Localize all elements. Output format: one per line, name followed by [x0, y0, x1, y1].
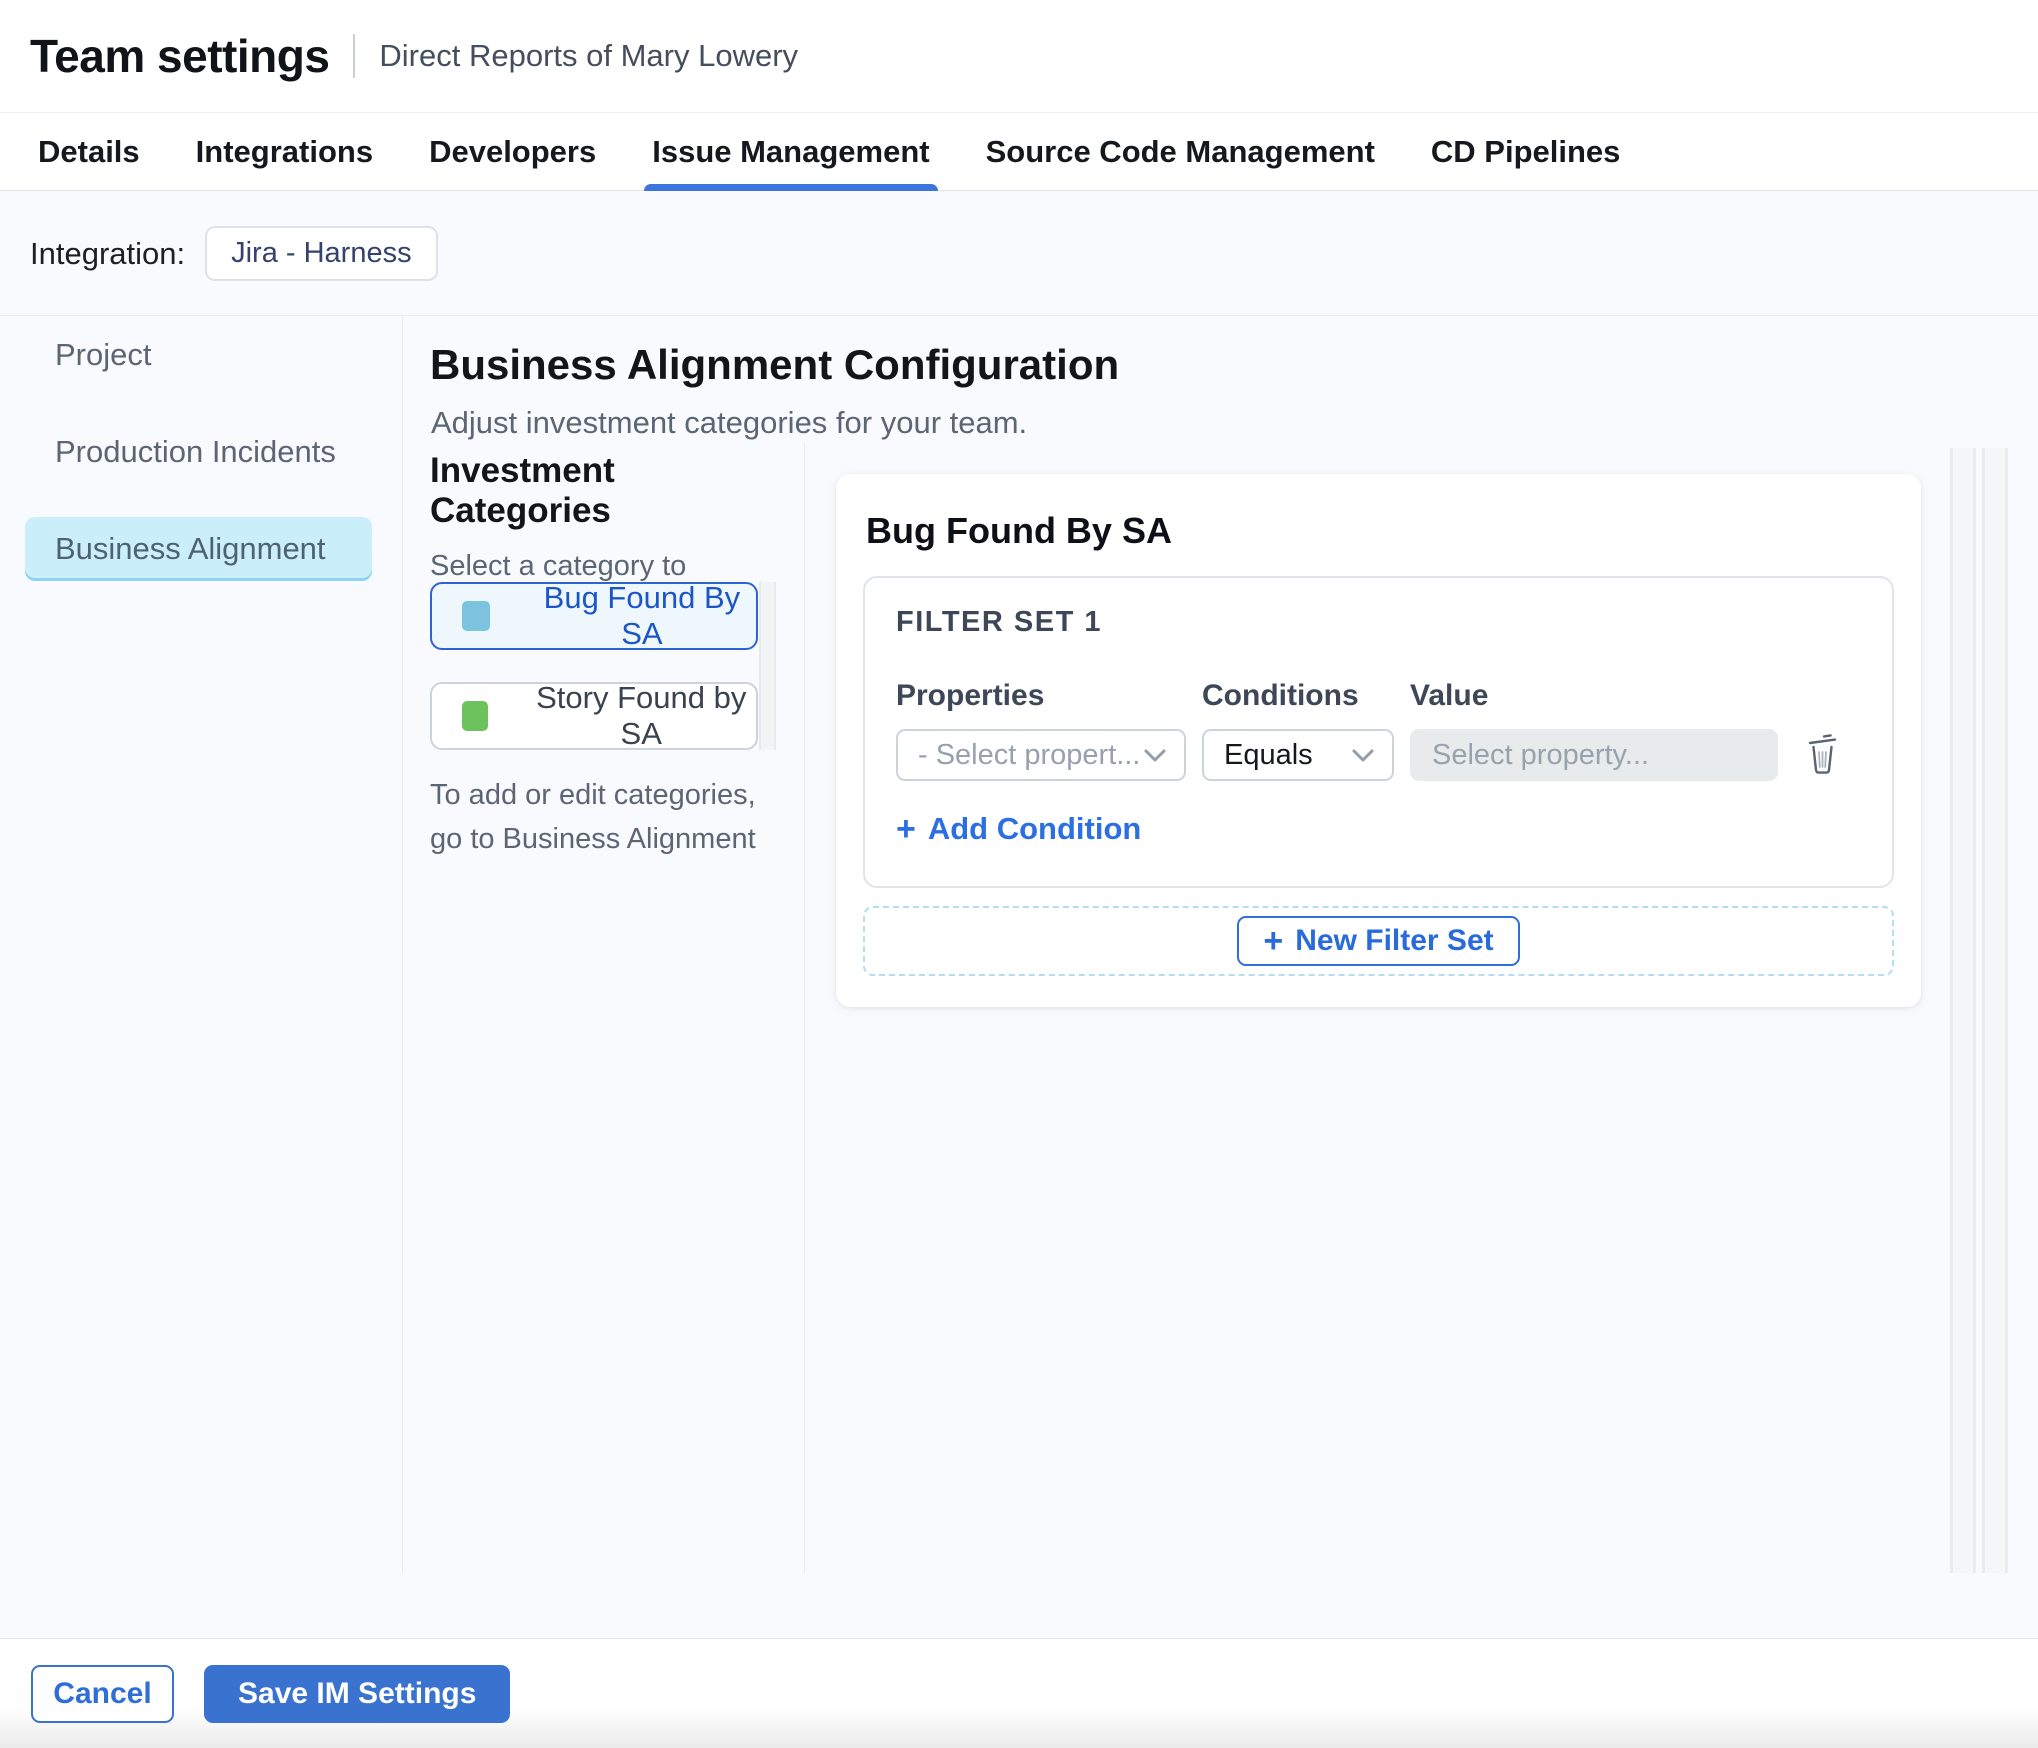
add-condition-button[interactable]: + Add Condition [896, 811, 1141, 847]
column-header-properties: Properties [896, 679, 1045, 712]
new-filter-set-label: New Filter Set [1295, 924, 1494, 957]
tab-details[interactable]: Details [26, 113, 152, 190]
tab-label: Developers [429, 133, 597, 169]
tab-label: CD Pipelines [1430, 133, 1621, 169]
page-title: Team settings [30, 30, 330, 82]
team-settings-page: Team settings Direct Reports of Mary Low… [0, 0, 2038, 1748]
settings-tabbar: Details Integrations Developers Issue Ma… [0, 112, 2038, 191]
filter-set-panel: FILTER SET 1 Properties Conditions Value… [863, 576, 1894, 888]
new-filter-set-button[interactable]: + New Filter Set [1237, 916, 1520, 966]
column-header-value: Value [1410, 679, 1489, 712]
properties-select-placeholder: - Select propert... [918, 738, 1141, 771]
tab-label: Details [38, 133, 140, 169]
trash-icon [1808, 734, 1836, 774]
settings-sidebar: Project Production Incidents Business Al… [0, 317, 403, 1573]
conditions-select-value: Equals [1224, 738, 1313, 771]
chevron-down-icon [1352, 749, 1374, 761]
category-label: Story Found by SA [536, 680, 747, 751]
tab-issue-management[interactable]: Issue Management [640, 113, 941, 191]
delete-condition-button[interactable] [1804, 732, 1841, 778]
category-list-scrollbar[interactable] [759, 582, 776, 750]
integration-label: Integration: [30, 235, 186, 271]
tab-developers[interactable]: Developers [417, 113, 608, 190]
panel-title: Business Alignment Configuration [430, 341, 1120, 388]
investment-categories-column: Investment Categories Select a category … [404, 443, 805, 1573]
categories-heading: Investment Categories [430, 451, 615, 530]
vertical-scrollbar-outer[interactable] [1950, 448, 1976, 1573]
tab-integrations[interactable]: Integrations [184, 113, 385, 190]
column-header-conditions: Conditions [1202, 679, 1359, 712]
panel-columns: Investment Categories Select a category … [404, 443, 2038, 1573]
category-label: Bug Found By SA [543, 580, 741, 651]
tab-label: Source Code Management [985, 133, 1375, 169]
tab-label: Integrations [195, 133, 374, 169]
conditions-select[interactable]: Equals [1202, 729, 1394, 781]
category-story-found-by-sa[interactable]: Story Found by SA [430, 680, 758, 751]
value-input[interactable] [1410, 729, 1778, 781]
new-filter-set-dropzone: + New Filter Set [863, 906, 1894, 976]
sidebar-item-business-alignment[interactable]: Business Alignment [25, 517, 372, 581]
category-config-card: Bug Found By SA FILTER SET 1 Properties … [836, 474, 1921, 1007]
chevron-down-icon [1144, 749, 1166, 761]
categories-note: To add or edit categories, go to Busines… [430, 779, 756, 855]
add-condition-label: Add Condition [927, 811, 1142, 846]
filter-set-label: FILTER SET 1 [896, 606, 1102, 638]
filter-condition-grid: Properties Conditions Value - Select pro… [896, 679, 1892, 781]
plus-icon: + [896, 810, 916, 848]
title-separator [353, 34, 356, 78]
tab-source-code-management[interactable]: Source Code Management [974, 113, 1387, 190]
category-color-swatch [462, 701, 489, 731]
tab-cd-pipelines[interactable]: CD Pipelines [1419, 113, 1633, 190]
category-color-swatch [462, 601, 490, 631]
vertical-scrollbar-inner[interactable] [1982, 448, 2008, 1573]
business-alignment-panel: Business Alignment Configuration Adjust … [404, 317, 2038, 1573]
tab-label: Issue Management [652, 133, 930, 169]
cancel-button[interactable]: Cancel [31, 1664, 174, 1723]
settings-footer: Cancel Save IM Settings [0, 1638, 2038, 1748]
integration-chip[interactable]: Jira - Harness [205, 226, 438, 281]
page-header: Team settings Direct Reports of Mary Low… [0, 0, 2038, 112]
integration-row: Integration: Jira - Harness [0, 192, 2038, 316]
active-tab-indicator [644, 184, 938, 191]
save-im-settings-button[interactable]: Save IM Settings [204, 1664, 511, 1723]
category-bug-found-by-sa[interactable]: Bug Found By SA [430, 580, 758, 651]
properties-select[interactable]: - Select propert... [896, 729, 1186, 781]
plus-icon: + [1263, 922, 1284, 960]
sidebar-item-production-incidents[interactable]: Production Incidents [25, 420, 372, 484]
page-subtitle: Direct Reports of Mary Lowery [379, 38, 799, 73]
category-config-area: Bug Found By SA FILTER SET 1 Properties … [805, 443, 2038, 1573]
panel-subtitle: Adjust investment categories for your te… [431, 405, 1028, 440]
sidebar-item-project[interactable]: Project [25, 323, 372, 387]
config-card-title: Bug Found By SA [866, 510, 1172, 551]
